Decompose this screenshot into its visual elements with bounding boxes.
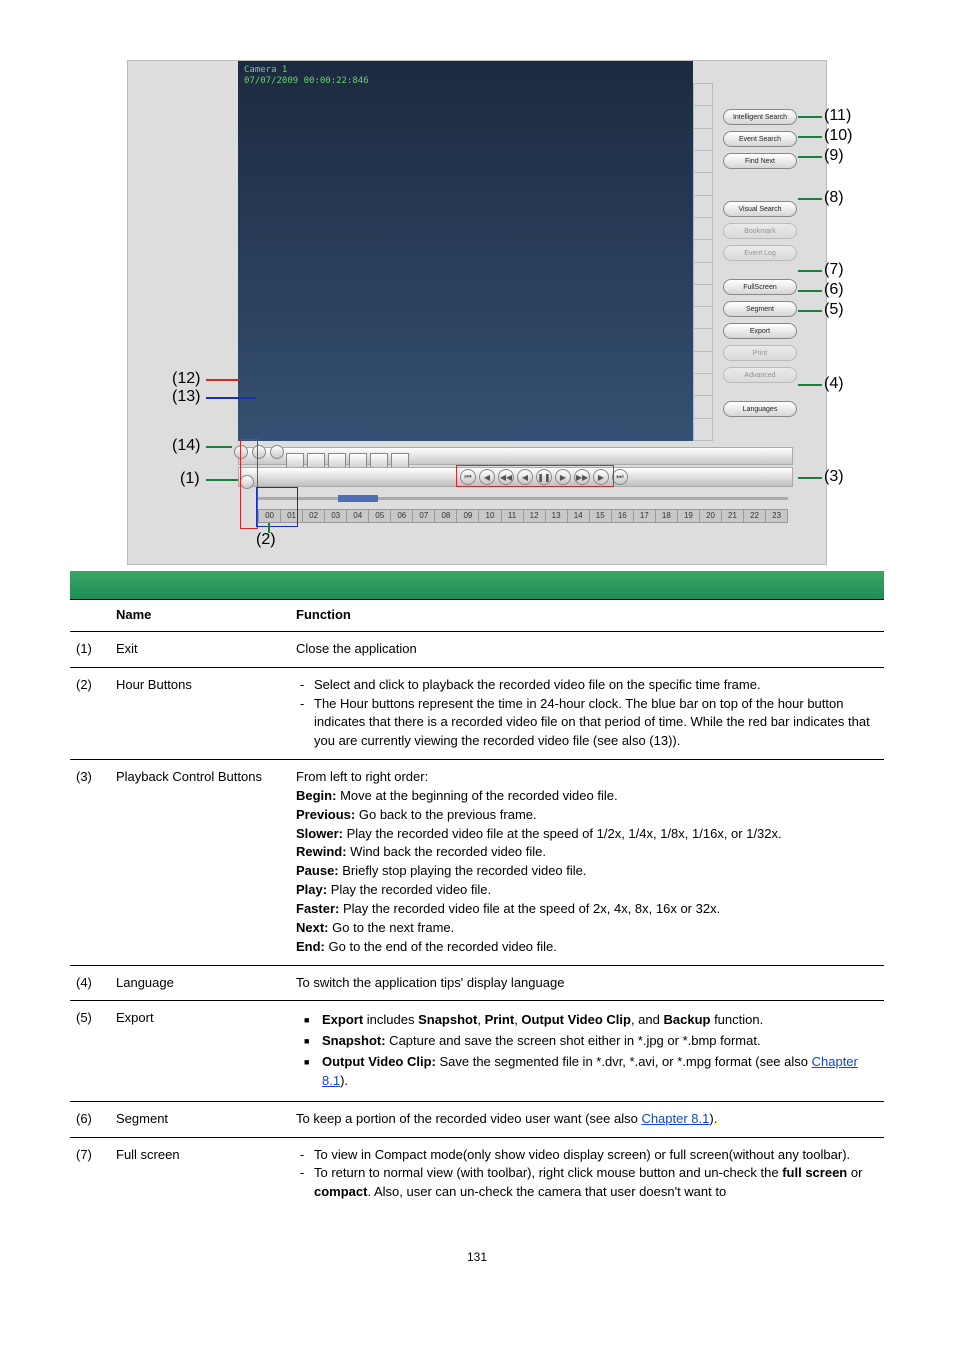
callout-box-13 — [256, 487, 298, 527]
print-button[interactable]: Print — [723, 345, 797, 361]
event-search-button[interactable]: Event Search — [723, 131, 797, 147]
row-7: (7) Full screen To view in Compact mode(… — [70, 1137, 884, 1210]
figure-canvas: Camera 1 07/07/2009 00:00:22:846 Intelli… — [127, 60, 827, 565]
col-name: Name — [110, 600, 290, 632]
row-1: (1) Exit Close the application — [70, 631, 884, 667]
video-viewport: Camera 1 07/07/2009 00:00:22:846 — [238, 61, 693, 441]
row-3: (3) Playback Control Buttons From left t… — [70, 760, 884, 965]
thumbnail-column — [693, 83, 713, 441]
chapter-bar — [70, 571, 884, 599]
row-6: (6) Segment To keep a portion of the rec… — [70, 1101, 884, 1137]
right-callouts: (11) (10) (9) (8) (7) (6) (5) (4) (3) — [798, 61, 868, 564]
side-button-column: Intelligent Search Event Search Find Nex… — [723, 109, 797, 417]
callout-box-3 — [456, 465, 614, 487]
row-5: (5) Export Export includes Snapshot, Pri… — [70, 1001, 884, 1101]
event-log-button[interactable]: Event Log — [723, 245, 797, 261]
circ-btn-c[interactable] — [270, 445, 284, 459]
languages-button[interactable]: Languages — [723, 401, 797, 417]
row7-list: To view in Compact mode(only show video … — [296, 1146, 878, 1203]
page-number: 131 — [70, 1250, 884, 1264]
video-osd: Camera 1 07/07/2009 00:00:22:846 — [244, 65, 369, 87]
col-function: Function — [290, 600, 884, 632]
find-next-button[interactable]: Find Next — [723, 153, 797, 169]
fullscreen-button[interactable]: FullScreen — [723, 279, 797, 295]
visual-search-button[interactable]: Visual Search — [723, 201, 797, 217]
row-2: (2) Hour Buttons Select and click to pla… — [70, 667, 884, 759]
hour-buttons-row[interactable]: 0001020304050607080910111213141516171819… — [258, 509, 788, 523]
figure-playback-ui: Camera 1 07/07/2009 00:00:22:846 Intelli… — [70, 60, 884, 565]
bookmark-button[interactable]: Bookmark — [723, 223, 797, 239]
advanced-button[interactable]: Advanced — [723, 367, 797, 383]
table-header-row: Name Function — [70, 600, 884, 632]
intelligent-search-button[interactable]: Intelligent Search — [723, 109, 797, 125]
end-button[interactable]: ⏭ — [612, 469, 628, 485]
row3-fn: From left to right order: Begin: Move at… — [290, 760, 884, 965]
export-button[interactable]: Export — [723, 323, 797, 339]
row2-list: Select and click to playback the recorde… — [296, 676, 878, 751]
explain-table: Name Function (1) Exit Close the applica… — [70, 599, 884, 1210]
row-4: (4) Language To switch the application t… — [70, 965, 884, 1001]
timeline-slider[interactable] — [258, 493, 788, 503]
row5-list: Export includes Snapshot, Print, Output … — [296, 1011, 878, 1090]
segment-button[interactable]: Segment — [723, 301, 797, 317]
